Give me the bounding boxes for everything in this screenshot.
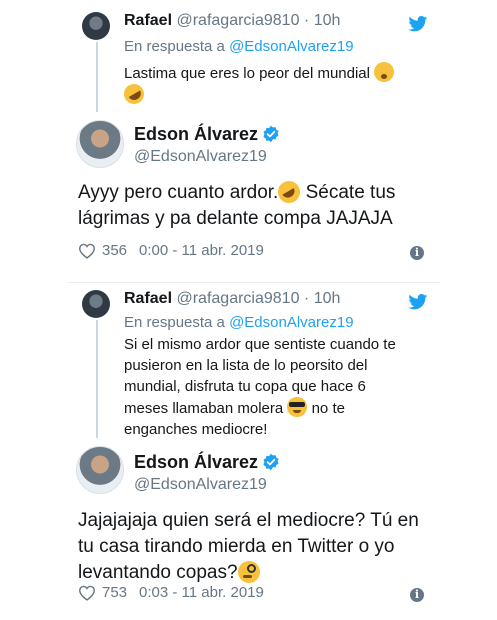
reply-author-handle[interactable]: @rafagarcia9810 (176, 290, 299, 307)
main-author-handle[interactable]: @EdsonAlvarez19 (134, 476, 267, 494)
thread-line (96, 320, 98, 438)
tweet-meta: 753 0:03 - 11 abr. 2019 (78, 584, 264, 601)
twitter-bird-icon (408, 294, 428, 310)
reply-time[interactable]: · 10h (304, 12, 340, 29)
main-author-handle[interactable]: @EdsonAlvarez19 (134, 148, 267, 166)
reply-text-body: Lastima que eres lo peor del mundial (124, 65, 370, 82)
like-count[interactable]: 753 (102, 584, 127, 601)
in-reply-prefix: En respuesta a (124, 314, 225, 331)
monocle-face-emoji-icon (237, 561, 260, 583)
main-author-name[interactable]: Edson Álvarez (134, 124, 258, 145)
twitter-bird-icon (408, 16, 428, 32)
info-icon[interactable]: i (410, 588, 424, 602)
reply-time[interactable]: · 10h (304, 290, 340, 307)
tweet-timestamp[interactable]: 0:03 - 11 abr. 2019 (139, 584, 264, 601)
sunglasses-emoji-icon (287, 397, 308, 417)
in-reply-handle-link[interactable]: @EdsonAlvarez19 (229, 314, 353, 331)
edson-avatar[interactable] (76, 120, 124, 168)
tweet-timestamp[interactable]: 0:00 - 11 abr. 2019 (139, 242, 264, 259)
main-tweet-text: Ayyy pero cuanto ardor. Sécate tus lágri… (78, 176, 428, 232)
verified-badge-icon (263, 125, 279, 143)
reply-text-part1: Si el mismo ardor que sentiste cuando te… (124, 336, 396, 417)
reply-tweet-text: Si el mismo ardor que sentiste cuando te… (124, 334, 404, 440)
rafael-avatar[interactable] (82, 290, 110, 318)
thread-line (96, 42, 98, 112)
like-count[interactable]: 356 (102, 242, 127, 259)
in-reply-prefix: En respuesta a (124, 38, 225, 55)
reply-author-row: Rafael @rafagarcia9810 · 10h (124, 12, 340, 30)
rafael-avatar[interactable] (82, 12, 110, 40)
tweet-meta: 356 0:00 - 11 abr. 2019 (78, 242, 264, 259)
verified-badge-icon (263, 453, 279, 471)
reply-author-handle[interactable]: @rafagarcia9810 (176, 12, 299, 29)
in-reply-to: En respuesta a @EdsonAlvarez19 (124, 314, 354, 331)
rofl-emoji-icon (120, 80, 148, 108)
in-reply-to: En respuesta a @EdsonAlvarez19 (124, 38, 354, 55)
hushed-face-emoji-icon (374, 62, 395, 82)
info-icon[interactable]: i (410, 246, 424, 260)
main-tweet-text: Jajajajaja quien será el mediocre? Tú en… (78, 508, 428, 586)
reply-author-row: Rafael @rafagarcia9810 · 10h (124, 290, 340, 308)
heart-outline-icon[interactable] (78, 585, 96, 601)
reply-author-name[interactable]: Rafael (124, 12, 172, 29)
reply-tweet-text: Lastima que eres lo peor del mundial (120, 62, 434, 108)
edson-avatar[interactable] (76, 446, 124, 494)
heart-outline-icon[interactable] (78, 243, 96, 259)
main-text-part1: Ayyy pero cuanto ardor. (78, 182, 279, 203)
in-reply-handle-link[interactable]: @EdsonAlvarez19 (229, 38, 353, 55)
main-author-name[interactable]: Edson Álvarez (134, 452, 258, 473)
reply-author-name[interactable]: Rafael (124, 290, 172, 307)
